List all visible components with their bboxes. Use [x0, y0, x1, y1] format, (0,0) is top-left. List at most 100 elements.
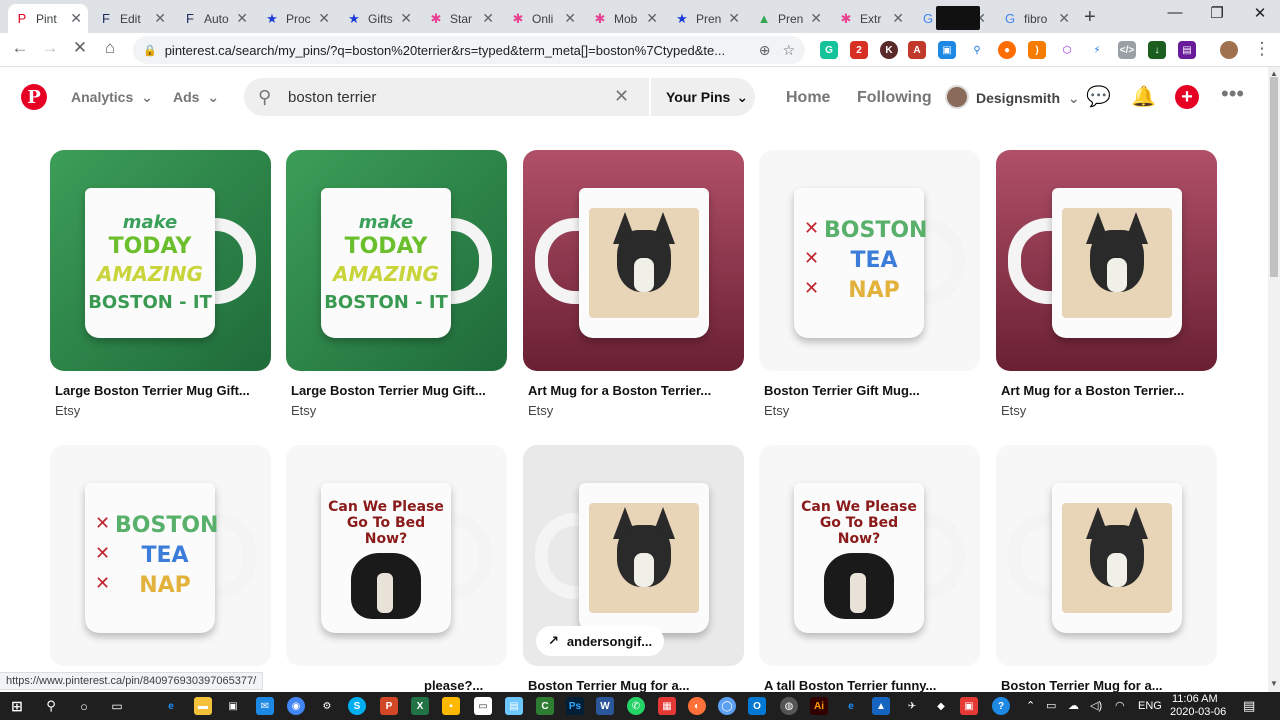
pin-image[interactable] — [996, 445, 1217, 666]
extension-purple-icon[interactable]: ▤ — [1178, 41, 1196, 59]
messages-icon[interactable]: 💬 — [1086, 84, 1111, 109]
edge-icon[interactable]: e — [162, 697, 180, 715]
create-pin-icon[interactable]: + — [1175, 85, 1199, 109]
app-gray-icon[interactable]: ◍ — [780, 697, 798, 715]
volume-icon[interactable]: ◁) — [1090, 699, 1102, 712]
pin-image[interactable]: Can We Please Go To Bed Now? — [759, 445, 980, 666]
app-plane-icon[interactable]: ✈ — [903, 697, 921, 715]
pin-image[interactable]: ✕ ✕ ✕ BOSTON TEA NAP — [759, 150, 980, 371]
browser-tab[interactable]: ✱ Star ✕ — [422, 4, 500, 33]
pin-source-link[interactable]: ↗ andersongif... — [536, 626, 665, 656]
app-screen-icon[interactable]: ▣ — [960, 697, 978, 715]
maximize-button[interactable]: ❐ — [1197, 4, 1237, 22]
close-tab-icon[interactable]: ✕ — [1058, 10, 1070, 27]
close-tab-icon[interactable]: ✕ — [810, 10, 822, 27]
illustrator-icon[interactable]: Ai — [810, 697, 828, 715]
close-tab-icon[interactable]: ✕ — [646, 10, 658, 27]
notepad-icon[interactable]: ▭ — [474, 697, 492, 715]
close-tab-icon[interactable]: ✕ — [892, 10, 904, 27]
close-tab-icon[interactable]: ✕ — [564, 10, 576, 27]
pin-image[interactable]: ✕ ✕ ✕ BOSTON TEA NAP — [50, 445, 271, 666]
settings-gear-icon[interactable]: ⚙ — [318, 697, 336, 715]
pin-title[interactable]: Large Boston Terrier Mug Gift... — [55, 383, 271, 398]
stop-loading-icon[interactable]: ✕ — [68, 38, 92, 58]
cloud-icon[interactable]: ☁ — [1068, 699, 1079, 712]
search-icon[interactable]: ⚲ — [42, 697, 60, 715]
more-options-icon[interactable]: ••• — [1221, 81, 1244, 107]
add-icon[interactable]: ⊕ — [759, 42, 771, 59]
pin-image[interactable]: Can We Please Go To Bed Now? — [286, 445, 507, 666]
skype-icon[interactable]: S — [348, 697, 366, 715]
download-extension-icon[interactable]: ↓ — [1148, 41, 1166, 59]
pdf-extension-icon[interactable]: A — [908, 41, 926, 59]
battery-icon[interactable]: ▭ — [1046, 699, 1056, 712]
page-scrollbar[interactable]: ▲ ▼ — [1268, 67, 1280, 692]
firefox-icon[interactable]: ◐ — [688, 697, 706, 715]
close-tab-icon[interactable]: ✕ — [482, 10, 494, 27]
pin-title[interactable]: please?... — [424, 678, 507, 693]
browser-tab[interactable]: ✱ Onli ✕ — [504, 4, 582, 33]
file-explorer-icon[interactable]: ▬ — [194, 697, 212, 715]
analytics-menu[interactable]: Analytics ⌄ — [71, 89, 153, 106]
close-tab-icon[interactable]: ✕ — [236, 10, 248, 27]
pin-card[interactable]: ✕ ✕ ✕ BOSTON TEA NAP Boston Terrier Gift Mug..… — [759, 150, 980, 418]
rss-extension-icon[interactable]: ) — [1028, 41, 1046, 59]
home-icon[interactable]: ⌂ — [98, 38, 122, 58]
screen-extension-icon[interactable]: ▣ — [938, 41, 956, 59]
outlook-icon[interactable]: O — [748, 697, 766, 715]
mail-icon[interactable]: ✉ — [256, 697, 274, 715]
forward-arrow-icon[interactable]: → — [38, 38, 62, 58]
extension-orange-icon[interactable]: ● — [998, 41, 1016, 59]
browser-tab[interactable]: G ✕ — [914, 4, 992, 33]
browser-tab[interactable]: ★ Pren ✕ — [668, 4, 746, 33]
profile-avatar-icon[interactable] — [1220, 41, 1238, 59]
grammarly-extension-icon[interactable]: G — [820, 41, 838, 59]
pin-card[interactable]: Can We Please Go To Bed Now? please?... — [286, 445, 507, 698]
browser-tab[interactable]: Gfibro ✕ — [996, 4, 1076, 33]
language-indicator[interactable]: ENG — [1138, 700, 1162, 712]
clear-search-icon[interactable]: ✕ — [614, 86, 629, 107]
browser-tab[interactable]: ▲ Pren ✕ — [750, 4, 828, 33]
pin-title[interactable]: Art Mug for a Boston Terrier... — [528, 383, 744, 398]
scroll-down-icon[interactable]: ▼ — [1270, 679, 1278, 688]
edge-icon[interactable]: e — [842, 697, 860, 715]
minimize-button[interactable]: — — [1155, 4, 1195, 21]
sticky-notes-icon[interactable]: ▪ — [442, 697, 460, 715]
app-icon[interactable]: ▤ — [505, 697, 523, 715]
pin-card[interactable]: Boston Terrier Mug for a... — [996, 445, 1217, 698]
task-view-icon[interactable]: ▭ — [108, 697, 126, 715]
app-dark-icon[interactable]: ◆ — [932, 697, 950, 715]
search-extension-icon[interactable]: ⚲ — [968, 41, 986, 59]
photoshop-icon[interactable]: Ps — [566, 697, 584, 715]
browser-tab[interactable]: F Auto ✕ — [176, 4, 254, 33]
close-tab-icon[interactable]: ✕ — [400, 10, 412, 27]
extension-k-icon[interactable]: K — [880, 41, 898, 59]
store-icon[interactable]: ▣ — [224, 697, 242, 715]
following-link[interactable]: Following — [857, 89, 932, 107]
new-tab-button[interactable]: + — [1084, 6, 1096, 29]
user-avatar[interactable] — [945, 85, 969, 109]
wifi-icon[interactable]: ◠ — [1115, 699, 1125, 712]
user-menu[interactable]: Designsmith ⌄ — [976, 90, 1080, 107]
code-extension-icon[interactable]: </> — [1118, 41, 1136, 59]
clock-time[interactable]: 11:06 AM — [1172, 693, 1218, 705]
close-tab-icon[interactable]: ✕ — [728, 10, 740, 27]
browser-tab[interactable]: ✱ Extr ✕ — [832, 4, 910, 33]
search-input[interactable] — [288, 88, 608, 106]
pin-title[interactable]: Boston Terrier Gift Mug... — [764, 383, 980, 398]
close-tab-icon[interactable]: ✕ — [318, 10, 330, 27]
browser-tab[interactable]: F Edit ✕ — [92, 4, 172, 33]
pin-card[interactable]: ↗ andersongif... Boston Terrier Mug for a.… — [523, 445, 744, 698]
app-red-icon[interactable]: ▦ — [658, 697, 676, 715]
word-icon[interactable]: W — [596, 697, 614, 715]
pin-title[interactable]: Boston Terrier Mug for a... — [528, 678, 744, 693]
browser-tab[interactable]: P Pint ✕ — [8, 4, 88, 33]
menu-kebab-icon[interactable]: ⋮ — [1250, 39, 1274, 59]
pinterest-logo-icon[interactable]: P — [21, 84, 47, 110]
pin-image[interactable] — [523, 150, 744, 371]
windows-start-icon[interactable]: ⊞ — [8, 697, 26, 715]
pin-title[interactable]: Large Boston Terrier Mug Gift... — [291, 383, 507, 398]
search-scope-dropdown[interactable]: Your Pins ⌄ — [649, 78, 755, 116]
powerpoint-icon[interactable]: P — [380, 697, 398, 715]
app-blue-icon[interactable]: ▲ — [872, 697, 890, 715]
